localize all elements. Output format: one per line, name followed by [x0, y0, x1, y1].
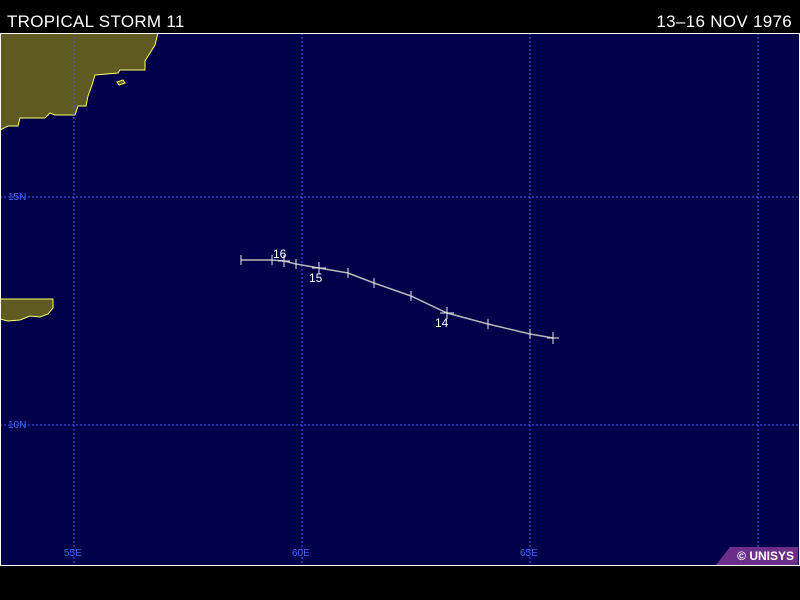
day-label-15: 15: [309, 271, 323, 285]
lon-label-60e: 60E: [292, 548, 310, 559]
lon-label-55e: 55E: [64, 548, 82, 559]
lat-label-10n: 10N: [8, 420, 26, 431]
lat-label-15n: 15N: [8, 192, 26, 203]
unisys-credit: © UNISYS: [716, 547, 798, 565]
map-canvas: 15N 10N 55E 60E 65E 16 15 14: [0, 32, 800, 566]
date-range: 13–16 NOV 1976: [656, 12, 792, 31]
day-label-16: 16: [273, 247, 287, 261]
ocean: [0, 33, 800, 566]
storm-title: TROPICAL STORM 11: [7, 12, 185, 31]
track-map: 15N 10N 55E 60E 65E 16 15 14: [0, 32, 800, 566]
lon-label-65e: 65E: [520, 548, 538, 559]
day-label-14: 14: [435, 316, 449, 330]
